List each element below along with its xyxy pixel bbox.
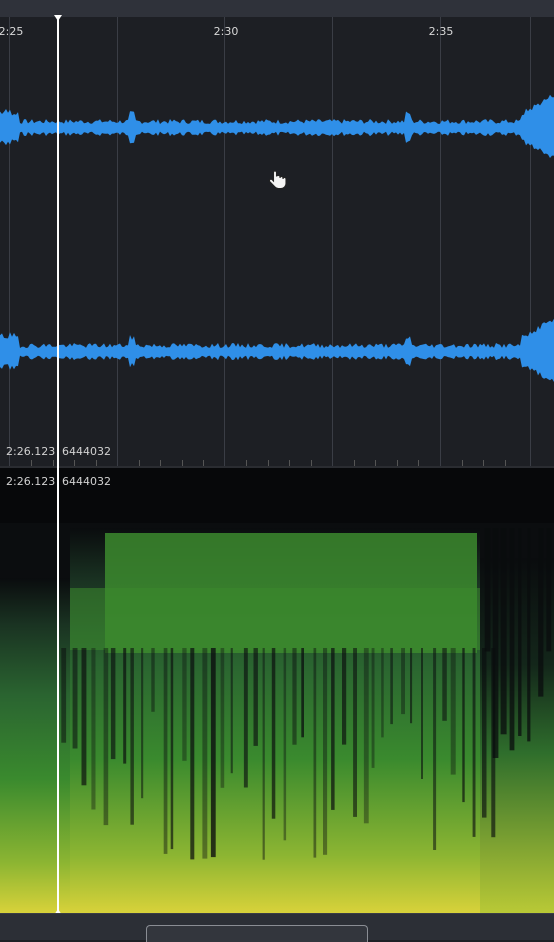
- spectrogram-streak: [450, 648, 456, 775]
- spectrogram-streak: [546, 528, 552, 652]
- spectrogram-streak: [301, 648, 304, 738]
- spectrogram-streak: [182, 648, 187, 761]
- spectrogram-streak: [262, 648, 265, 860]
- spectrogram-streak: [271, 648, 276, 819]
- spectrogram-streak: [527, 528, 531, 742]
- spectrogram-panel[interactable]: 2:26.123 6444032: [0, 468, 554, 913]
- highlight-block: [70, 588, 480, 650]
- spectrogram-streak: [323, 648, 328, 855]
- spectrogram-streak: [141, 648, 144, 799]
- spectrogram-streak: [433, 648, 437, 850]
- spectrogram-streak: [220, 648, 225, 788]
- spectrogram-streak: [151, 648, 155, 712]
- spectrogram-streak: [500, 528, 507, 735]
- audio-editor: 2:25 2:30 2:35 2:26.123 6444032 2:26.123…: [0, 0, 554, 942]
- spectrogram-streak: [313, 648, 317, 858]
- spectrogram-streak: [292, 648, 297, 745]
- waveform-svg: [0, 94, 554, 382]
- spectrogram-streak: [130, 648, 134, 825]
- playhead-cursor[interactable]: [54, 15, 62, 915]
- spectrogram-streak: [91, 648, 96, 810]
- spectrogram-streak: [163, 648, 168, 854]
- spectrogram-streak: [472, 648, 476, 837]
- spectrogram-streak: [61, 648, 67, 743]
- spectrogram-streak: [331, 648, 335, 810]
- spectrogram-streak: [283, 648, 287, 841]
- spectrogram-streak: [72, 648, 78, 749]
- spectrogram-streak: [202, 648, 208, 859]
- waveform-channel-right: [0, 318, 554, 382]
- spectrogram-streak: [103, 648, 109, 826]
- spectrogram-streak: [253, 648, 258, 746]
- spectrogram-streak: [381, 648, 384, 738]
- spectrogram-time-readout: 2:26.123: [6, 475, 56, 488]
- top-toolbar-strip: [0, 0, 554, 18]
- spectrogram-streak: [492, 528, 499, 758]
- spectrogram-streak: [390, 648, 393, 725]
- spectrogram-streak: [509, 528, 515, 751]
- spectrogram-streak: [243, 648, 248, 788]
- waveform-time-readout: 2:26.123: [6, 445, 56, 458]
- spectrogram-streak: [421, 648, 423, 779]
- spectrogram-streak: [482, 648, 487, 818]
- spectrogram-sample-readout: 6444032: [62, 475, 111, 488]
- spectrogram-streak: [371, 648, 375, 768]
- spectrogram-streak: [110, 648, 116, 760]
- spectrogram-streak: [81, 648, 87, 786]
- spectrogram-streak: [410, 648, 413, 724]
- waveform-panel[interactable]: 2:25 2:30 2:35 2:26.123 6444032: [0, 17, 554, 466]
- spectrogram-streak: [518, 528, 522, 736]
- spectrogram-streak: [170, 648, 174, 850]
- spectrogram-streak: [190, 648, 195, 860]
- spectrogram-streak: [342, 648, 347, 745]
- spectrogram-streak: [462, 648, 465, 803]
- spectrogram-streak: [353, 648, 357, 817]
- spectrogram-streak: [484, 528, 491, 652]
- waveform-sample-readout: 6444032: [62, 445, 111, 458]
- spectrogram-streak: [363, 648, 369, 824]
- spectrogram-streak: [123, 648, 127, 764]
- scrollbar-thumb[interactable]: [146, 925, 368, 942]
- spectrogram-streak: [210, 648, 216, 858]
- waveform-channel-left: [0, 94, 554, 158]
- spectrogram-svg: [0, 468, 554, 913]
- spectrogram-streak: [230, 648, 233, 774]
- spectrogram-streak: [442, 648, 447, 721]
- horizontal-scrollbar[interactable]: [0, 913, 554, 942]
- hand-pointer-icon: [266, 168, 290, 192]
- spectrogram-streak: [538, 528, 544, 697]
- spectrogram-streak: [401, 648, 405, 715]
